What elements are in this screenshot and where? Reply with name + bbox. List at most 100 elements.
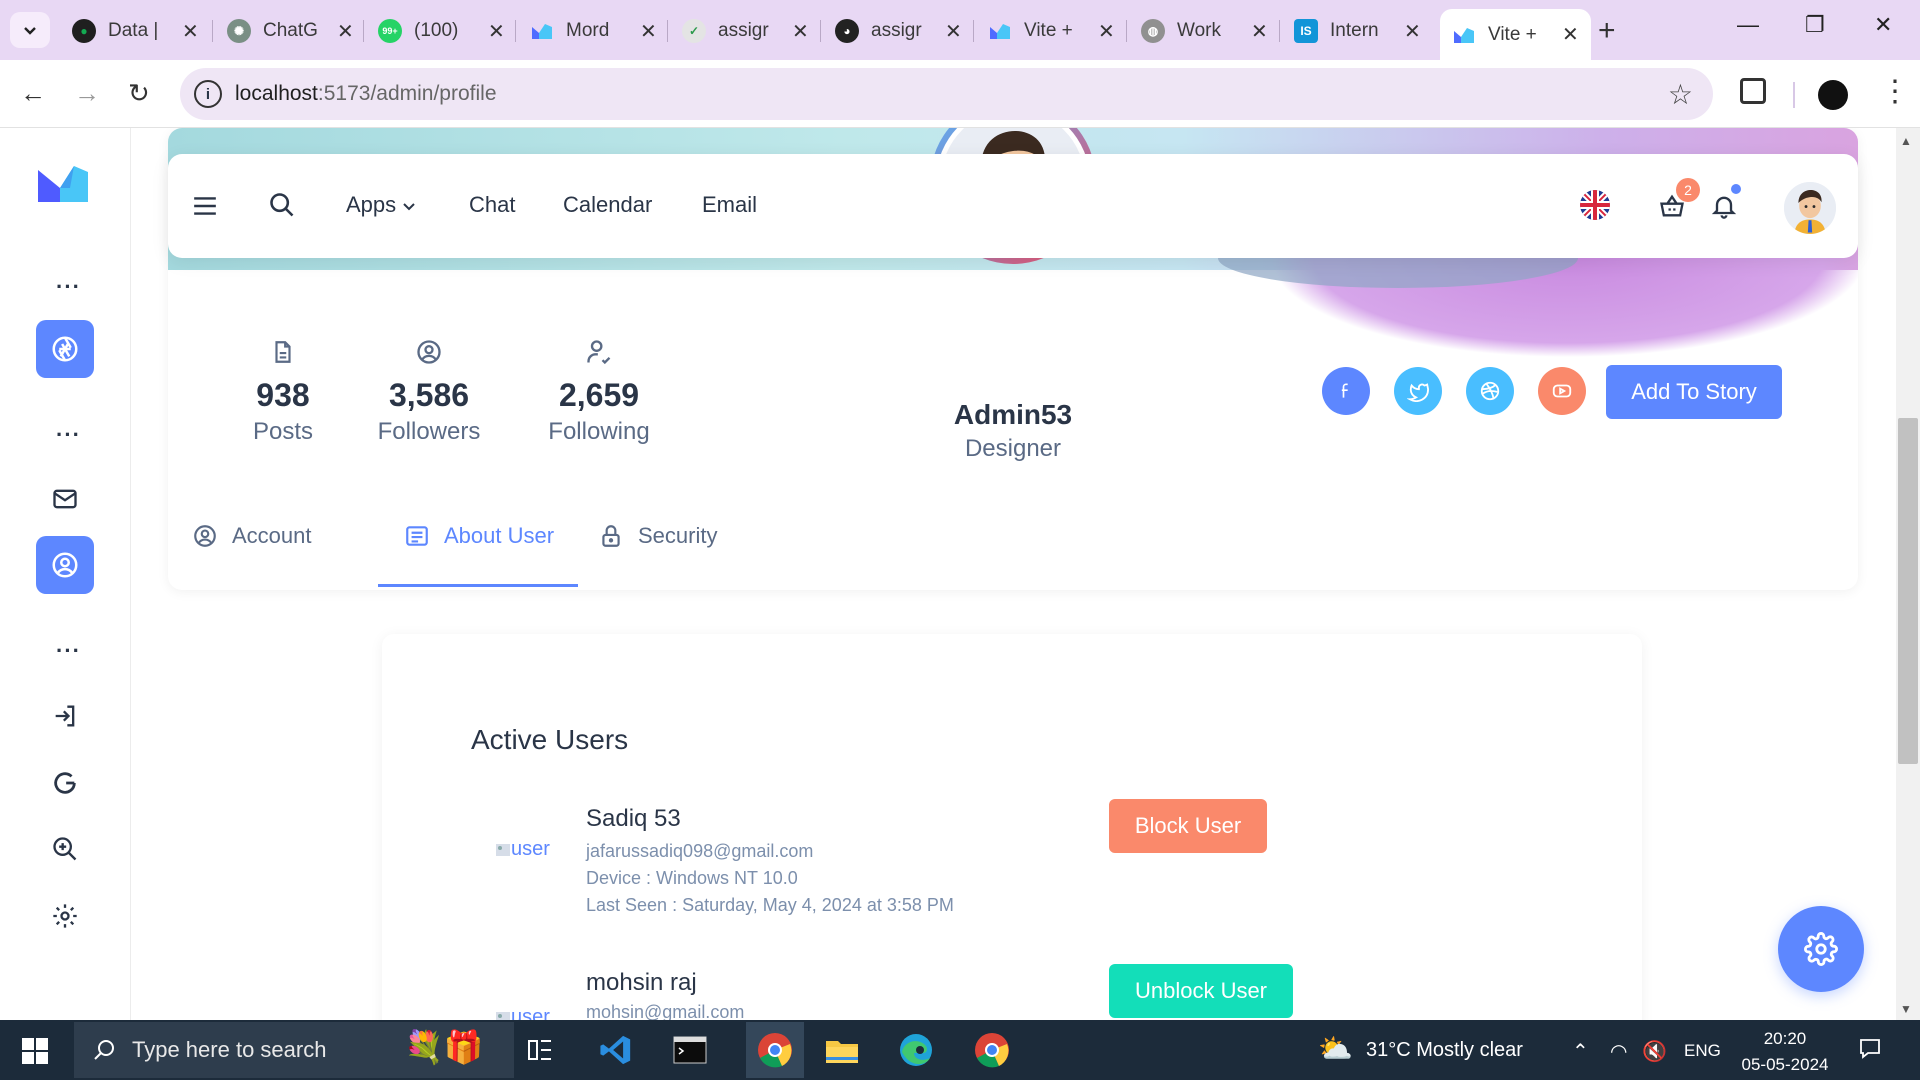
sidebar-item-dashboard[interactable]: [36, 320, 94, 378]
menu-icon[interactable]: [192, 194, 218, 218]
browser-menu-icon[interactable]: ⋮: [1880, 74, 1910, 109]
language-indicator[interactable]: ENG: [1684, 1041, 1721, 1061]
show-hidden-icons[interactable]: ⌃: [1572, 1039, 1589, 1064]
back-button[interactable]: ←: [20, 78, 46, 109]
uk-flag-icon[interactable]: [1580, 190, 1610, 220]
sidebar-item-email[interactable]: [50, 484, 80, 514]
stat-following: 2,659 Following: [534, 338, 664, 446]
browser-tab[interactable]: IS Intern ✕: [1282, 12, 1433, 50]
tab-search-dropdown[interactable]: [10, 12, 50, 48]
user-name: mohsin raj: [586, 969, 697, 996]
facebook-icon: [1341, 383, 1348, 398]
wifi-icon[interactable]: ◠: [1610, 1039, 1627, 1064]
lock-icon: [602, 525, 620, 547]
tab-account[interactable]: Account: [192, 523, 312, 549]
terminal-icon[interactable]: [668, 1030, 712, 1070]
tab-about-user[interactable]: About User: [404, 523, 554, 549]
browser-tab[interactable]: Vite + ✕: [976, 12, 1127, 50]
sidebar-item-profile[interactable]: [36, 536, 94, 594]
close-tab-icon[interactable]: ✕: [1404, 19, 1421, 44]
user-circle-icon: [52, 552, 78, 578]
windows-start-icon[interactable]: [22, 1038, 48, 1064]
file-text-icon: [275, 341, 291, 363]
weather-icon[interactable]: ⛅: [1318, 1032, 1353, 1065]
sidebar-item-logout[interactable]: [50, 701, 80, 731]
modernize-logo[interactable]: [36, 162, 90, 204]
google-icon: [54, 772, 76, 794]
sidebar-item-settings[interactable]: [50, 901, 80, 931]
close-tab-icon[interactable]: ✕: [182, 19, 199, 44]
youtube-button[interactable]: [1538, 367, 1586, 415]
weather-text[interactable]: 31°C Mostly clear: [1366, 1039, 1523, 1062]
vscode-icon[interactable]: [594, 1030, 638, 1070]
forward-button[interactable]: →: [74, 78, 100, 109]
close-tab-icon[interactable]: ✕: [1098, 19, 1115, 44]
youtube-icon: [1552, 384, 1572, 398]
minimize-button[interactable]: —: [1737, 12, 1759, 38]
restore-button[interactable]: ❐: [1805, 12, 1825, 38]
site-info-icon[interactable]: i: [194, 80, 222, 108]
browser-tab[interactable]: Mord ✕: [518, 12, 669, 50]
file-explorer-icon[interactable]: [820, 1030, 864, 1070]
search-icon[interactable]: [268, 191, 296, 219]
browser-tab[interactable]: 99+ (100) ✕: [366, 12, 517, 50]
chevron-down-icon: [24, 27, 36, 35]
section-dots-icon: ···: [56, 274, 81, 299]
user-avatar[interactable]: [1784, 182, 1836, 234]
dribbble-button[interactable]: [1466, 367, 1514, 415]
close-tab-icon[interactable]: ✕: [337, 19, 354, 44]
close-tab-icon[interactable]: ✕: [792, 19, 809, 44]
dribbble-icon: [1480, 381, 1500, 401]
facebook-button[interactable]: [1322, 367, 1370, 415]
close-tab-icon[interactable]: ✕: [1562, 22, 1579, 47]
close-tab-icon[interactable]: ✕: [488, 19, 505, 44]
reload-button[interactable]: ↻: [128, 78, 150, 109]
active-users-title: Active Users: [471, 724, 629, 755]
user-circle-icon: [194, 525, 216, 547]
notifications-icon[interactable]: [1858, 1036, 1882, 1066]
browser-tab[interactable]: ◕ assigr ✕: [823, 12, 974, 50]
bookmark-star-icon[interactable]: ☆: [1668, 78, 1693, 111]
close-tab-icon[interactable]: ✕: [945, 19, 962, 44]
close-tab-icon[interactable]: ✕: [1251, 19, 1268, 44]
nav-email[interactable]: Email: [702, 192, 757, 218]
nav-chat[interactable]: Chat: [469, 192, 515, 218]
block-user-button[interactable]: Block User: [1109, 799, 1267, 853]
chrome-icon[interactable]: [970, 1030, 1014, 1070]
browser-tab[interactable]: ✓ assigr ✕: [670, 12, 821, 50]
close-tab-icon[interactable]: ✕: [640, 19, 657, 44]
address-bar[interactable]: i localhost:5173/admin/profile ☆: [180, 68, 1713, 120]
user-circle-icon: [417, 340, 441, 364]
chrome-taskbar-icon[interactable]: [746, 1022, 804, 1078]
system-clock[interactable]: 20:20 05-05-2024: [1740, 1026, 1830, 1078]
unblock-user-button[interactable]: Unblock User: [1109, 964, 1293, 1018]
scroll-down-arrow[interactable]: ▼: [1900, 1002, 1912, 1016]
nav-apps[interactable]: Apps: [346, 192, 416, 218]
extensions-icon[interactable]: [1740, 78, 1766, 104]
user-image: user: [495, 838, 550, 861]
sidebar-item-zoom[interactable]: [50, 834, 80, 864]
edge-icon[interactable]: [894, 1030, 938, 1070]
url-text[interactable]: localhost:5173/admin/profile: [235, 82, 497, 106]
main-content: 938 Posts 3,586 Followers 2,659 Followin…: [131, 128, 1896, 1020]
customizer-button[interactable]: [1778, 906, 1864, 992]
sidebar-item-google[interactable]: [50, 768, 80, 798]
nav-calendar[interactable]: Calendar: [563, 192, 652, 218]
scroll-up-arrow[interactable]: ▲: [1900, 134, 1912, 148]
browser-tab[interactable]: ◍ Work ✕: [1129, 12, 1280, 50]
browser-profile-avatar[interactable]: [1818, 80, 1848, 110]
bell-icon[interactable]: [1710, 192, 1738, 220]
browser-tab[interactable]: ● Data | ✕: [60, 12, 211, 50]
tab-security[interactable]: Security: [598, 523, 717, 549]
browser-tab[interactable]: ✺ ChatG ✕: [215, 12, 366, 50]
scrollbar-thumb[interactable]: [1898, 418, 1918, 764]
close-window-button[interactable]: ✕: [1874, 12, 1892, 38]
add-to-story-button[interactable]: Add To Story: [1606, 365, 1782, 419]
task-view-icon[interactable]: [518, 1030, 562, 1070]
mail-icon: [53, 489, 77, 509]
browser-tab-active[interactable]: Vite + ✕: [1440, 9, 1591, 60]
taskbar-search[interactable]: Type here to search 💐🎁: [74, 1022, 514, 1078]
volume-muted-icon[interactable]: 🔇: [1642, 1039, 1667, 1064]
twitter-button[interactable]: [1394, 367, 1442, 415]
new-tab-button[interactable]: +: [1598, 14, 1616, 48]
